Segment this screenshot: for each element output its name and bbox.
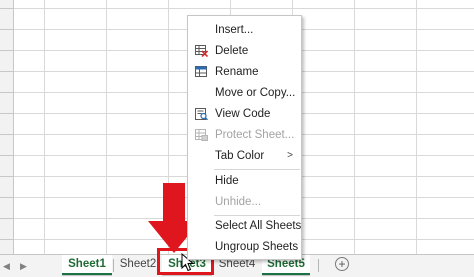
menu-separator <box>214 169 300 170</box>
row-divider <box>0 176 14 177</box>
menu-item-label: Protect Sheet... <box>215 129 295 141</box>
menu-item-label: Ungroup Sheets <box>215 241 299 253</box>
row-divider <box>0 29 14 30</box>
row-divider <box>0 71 14 72</box>
row-divider <box>0 134 14 135</box>
row-divider <box>0 155 14 156</box>
scroll-tabs-left-icon[interactable]: ◀ <box>3 261 10 272</box>
menu-item-insert[interactable]: Insert... <box>188 20 301 40</box>
row-divider <box>0 197 14 198</box>
protect-sheet-icon <box>195 129 208 141</box>
delete-sheet-icon <box>195 45 208 57</box>
sheet-tab-sheet1[interactable]: Sheet1 <box>62 255 112 275</box>
sheet-context-menu: Insert... Delete Rename Move or Copy... <box>187 15 302 260</box>
menu-item-label: Hide <box>215 175 239 187</box>
scroll-tabs-right-icon[interactable]: ▶ <box>20 261 27 272</box>
menu-item-protect-sheet: Protect Sheet... <box>188 125 301 145</box>
menu-item-delete[interactable]: Delete <box>188 41 301 61</box>
menu-item-unhide: Unhide... <box>188 192 301 212</box>
menu-item-tab-color[interactable]: Tab Color > <box>188 146 301 166</box>
menu-item-label: Select All Sheets <box>215 220 302 232</box>
menu-item-label: Delete <box>215 45 249 57</box>
menu-item-label: Insert... <box>215 24 254 36</box>
menu-item-select-all-sheets[interactable]: Select All Sheets <box>188 216 301 236</box>
row-divider <box>0 92 14 93</box>
menu-item-label: View Code <box>215 108 271 120</box>
menu-item-label: Tab Color <box>215 150 265 162</box>
sheet-tab-sheet2[interactable]: Sheet2 <box>114 255 162 275</box>
row-divider <box>0 8 14 9</box>
row-header-column <box>0 0 14 255</box>
chevron-right-icon: > <box>287 150 293 161</box>
menu-item-view-code[interactable]: View Code <box>188 104 301 124</box>
rename-sheet-icon <box>195 66 207 77</box>
menu-item-hide[interactable]: Hide <box>188 171 301 191</box>
add-sheet-button[interactable]: + <box>335 257 349 271</box>
row-divider <box>0 239 14 240</box>
tab-separator <box>318 259 319 272</box>
menu-item-label: Move or Copy... <box>215 87 296 99</box>
row-divider <box>0 50 14 51</box>
menu-item-label: Unhide... <box>215 196 262 208</box>
menu-item-move-or-copy[interactable]: Move or Copy... <box>188 83 301 103</box>
menu-item-rename[interactable]: Rename <box>188 62 301 82</box>
view-code-icon <box>195 108 208 120</box>
row-divider <box>0 113 14 114</box>
menu-item-ungroup-sheets[interactable]: Ungroup Sheets <box>188 237 301 257</box>
menu-item-label: Rename <box>215 66 259 78</box>
row-divider <box>0 218 14 219</box>
